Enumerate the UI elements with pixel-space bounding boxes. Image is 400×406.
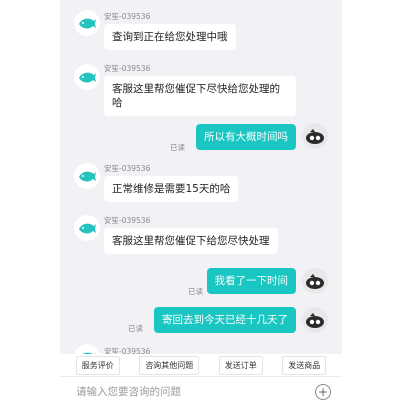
agent-name: 安笙-039536: [104, 164, 151, 173]
input-bar: +: [60, 376, 342, 406]
read-status: 已读: [188, 287, 203, 296]
user-photo-icon: [302, 123, 328, 149]
fish-logo-icon: [79, 72, 96, 83]
fish-logo-icon: [79, 171, 96, 182]
chat-screen: 安笙-039536 查询到正在给您处理中哦 安笙-039536 客服这里帮您催促…: [60, 0, 342, 406]
message-input[interactable]: [76, 384, 296, 400]
agent-avatar[interactable]: [74, 64, 100, 90]
user-avatar[interactable]: [302, 268, 328, 294]
user-bubble: 我看了一下时间: [206, 268, 296, 294]
quick-action-chip[interactable]: 发送商品: [282, 355, 327, 375]
agent-bubble: 查询到正在给您处理中哦: [104, 24, 236, 50]
quick-action-chip[interactable]: 服务评价: [75, 355, 120, 375]
agent-name: 安笙-039536: [104, 216, 151, 225]
agent-avatar[interactable]: [74, 10, 100, 36]
agent-avatar[interactable]: [74, 215, 100, 241]
agent-bubble: 客服这里帮您催促下尽快给您处理的哈: [104, 76, 296, 116]
user-photo-icon: [302, 307, 328, 333]
read-status: 已读: [170, 143, 185, 152]
quick-action-chip[interactable]: 咨询其他问题: [139, 355, 200, 375]
read-status: 已读: [128, 324, 143, 333]
user-avatar[interactable]: [302, 307, 328, 333]
quick-actions-bar: 服务评价 咨询其他问题 发送订单 发送商品: [60, 354, 342, 376]
user-avatar[interactable]: [302, 123, 328, 149]
user-photo-icon: [302, 268, 328, 294]
agent-name: 安笙-039536: [104, 12, 151, 21]
agent-name: 安笙-039536: [104, 64, 151, 73]
agent-bubble: 正常维修是需要15天的哈: [104, 176, 239, 202]
user-bubble: 所以有大概时间吗: [196, 124, 296, 150]
agent-avatar[interactable]: [74, 163, 100, 189]
quick-action-chip[interactable]: 发送订单: [218, 355, 263, 375]
agent-bubble: 客服这里帮您催促下给您尽快处理: [104, 228, 278, 254]
fish-logo-icon: [79, 223, 96, 234]
user-bubble: 寄回去到今天已经十几天了: [154, 307, 296, 333]
plus-circle-icon[interactable]: +: [315, 384, 331, 400]
fish-logo-icon: [79, 18, 96, 29]
